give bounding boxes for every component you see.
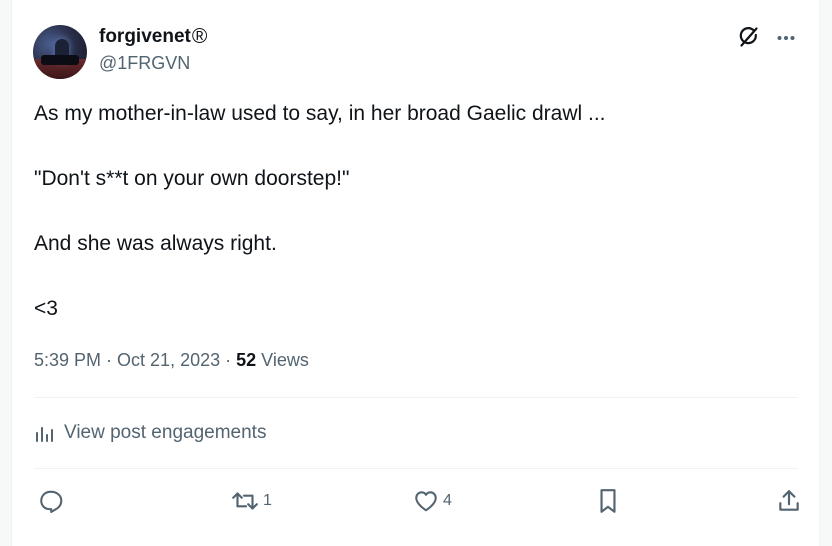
meta-separator: · (225, 350, 232, 370)
tweet-line: And she was always right. (34, 232, 277, 255)
view-engagements-link[interactable]: View post engagements (34, 420, 266, 446)
tweet-meta: 5:39 PM · Oct 21, 2023 · 52 Views (34, 347, 309, 373)
views-label: Views (261, 350, 309, 370)
repost-count: 1 (263, 492, 272, 509)
view-engagements-label: View post engagements (64, 422, 267, 443)
tweet-line (34, 196, 794, 229)
repost-button[interactable]: 1 (230, 481, 272, 521)
heart-icon (412, 488, 440, 514)
avatar[interactable] (33, 25, 87, 79)
tweet-text: As my mother-in-law used to say, in her … (34, 98, 794, 326)
tweet-line (34, 261, 794, 294)
tweet-line (34, 131, 794, 164)
divider (34, 468, 798, 469)
author-name-row[interactable]: forgivenet ® (99, 25, 207, 49)
tweet-line: As my mother-in-law used to say, in her … (34, 102, 606, 125)
views-count: 52 (236, 350, 257, 370)
divider (34, 397, 798, 398)
bookmark-icon (595, 487, 621, 515)
tweet-date[interactable]: Oct 21, 2023 (117, 347, 220, 373)
author-handle[interactable]: @1FRGVN (99, 52, 190, 74)
display-name[interactable]: forgivenet (99, 25, 191, 49)
tweet-time[interactable]: 5:39 PM (34, 347, 101, 373)
tweet-card: forgivenet ® @1FRGVN As my mother-in-law… (11, 0, 820, 546)
reply-button[interactable] (38, 481, 64, 521)
share-button[interactable] (776, 481, 802, 521)
more-button[interactable] (772, 24, 800, 52)
share-icon (776, 488, 802, 514)
grok-icon (737, 25, 761, 49)
reply-icon (38, 488, 64, 514)
tweet-line: <3 (34, 297, 58, 320)
more-icon (775, 27, 797, 49)
tweet-line: "Don't s**t on your own doorstep!" (34, 167, 350, 190)
grok-button[interactable] (736, 24, 762, 50)
action-bar: 1 4 (34, 481, 799, 521)
registered-mark: ® (191, 25, 208, 48)
like-count: 4 (443, 492, 452, 509)
analytics-icon (34, 422, 56, 444)
like-button[interactable]: 4 (412, 481, 452, 521)
meta-separator: · (106, 350, 113, 370)
bookmark-button[interactable] (595, 481, 621, 521)
repost-icon (230, 488, 260, 514)
